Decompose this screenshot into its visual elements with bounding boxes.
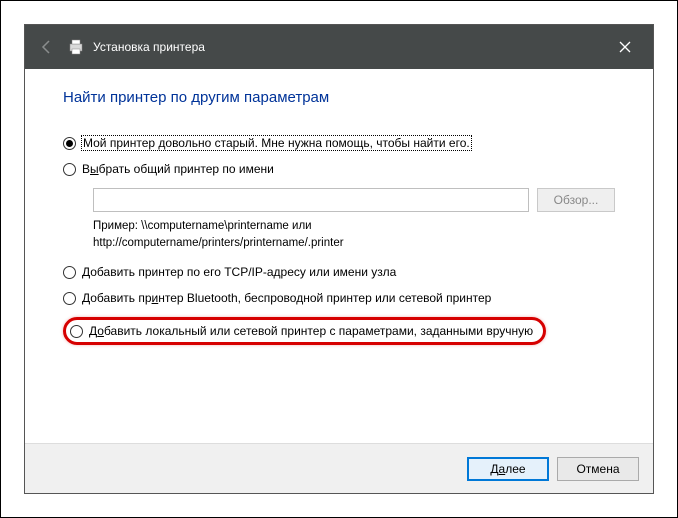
option-tcpip[interactable]: Добавить принтер по его TCP/IP-адресу ил… <box>63 265 615 279</box>
footer: Далее Отмена <box>25 443 653 493</box>
label-bluetooth: Добавить принтер Bluetooth, беспроводной… <box>82 291 491 305</box>
wizard-window: Установка принтера Найти принтер по друг… <box>24 24 654 494</box>
label-tcpip: Добавить принтер по его TCP/IP-адресу ил… <box>82 265 396 279</box>
option-local-manual[interactable]: Добавить локальный или сетевой принтер с… <box>70 324 533 338</box>
label-old-printer: Мой принтер довольно старый. Мне нужна п… <box>82 136 471 150</box>
window-title: Установка принтера <box>93 40 205 54</box>
back-arrow-icon <box>39 39 55 55</box>
option-shared-printer[interactable]: Выбрать общий принтер по имени <box>63 162 615 176</box>
page-title: Найти принтер по другим параметрам <box>63 89 615 106</box>
highlighted-option: Добавить локальный или сетевой принтер с… <box>63 317 546 345</box>
label-shared-printer: Выбрать общий принтер по имени <box>82 162 274 176</box>
browse-button: Обзор... <box>537 188 615 212</box>
cancel-button[interactable]: Отмена <box>557 457 639 481</box>
radio-old-printer[interactable] <box>63 137 76 150</box>
radio-bluetooth[interactable] <box>63 292 76 305</box>
close-icon <box>619 41 631 53</box>
option-old-printer[interactable]: Мой принтер довольно старый. Мне нужна п… <box>63 136 615 150</box>
next-button[interactable]: Далее <box>467 457 549 481</box>
radio-shared-printer[interactable] <box>63 163 76 176</box>
shared-printer-input[interactable] <box>93 188 529 212</box>
close-button[interactable] <box>605 25 645 69</box>
shared-printer-block: Обзор... Пример: \\computername\printern… <box>93 188 615 251</box>
printer-icon <box>67 38 85 56</box>
example-text: Пример: \\computername\printername или h… <box>93 218 615 251</box>
radio-local-manual[interactable] <box>70 325 83 338</box>
option-bluetooth[interactable]: Добавить принтер Bluetooth, беспроводной… <box>63 291 615 305</box>
radio-tcpip[interactable] <box>63 266 76 279</box>
back-button[interactable] <box>33 33 61 61</box>
label-local-manual: Добавить локальный или сетевой принтер с… <box>89 324 533 338</box>
content-area: Найти принтер по другим параметрам Мой п… <box>25 69 653 443</box>
titlebar: Установка принтера <box>25 25 653 69</box>
